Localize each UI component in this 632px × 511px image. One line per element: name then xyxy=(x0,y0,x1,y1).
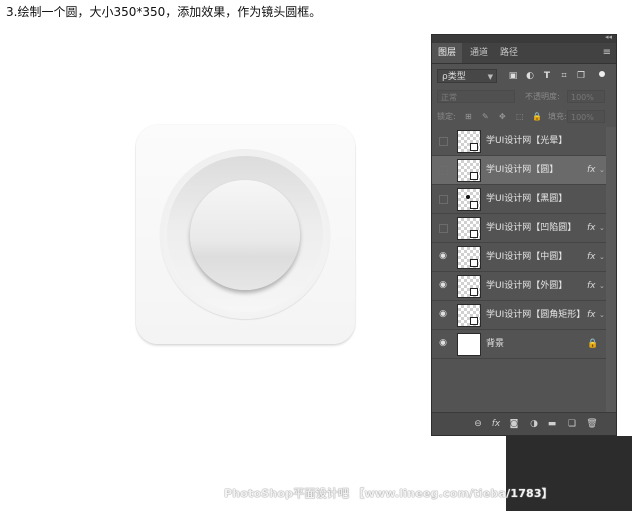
fill-field[interactable]: 100% xyxy=(567,110,605,123)
adjust-filter-icon[interactable]: ◐ xyxy=(524,70,536,82)
panel-menu-icon[interactable]: ≡ xyxy=(603,47,611,58)
lock-artboard-icon[interactable]: ⬚ xyxy=(516,110,524,123)
chevron-down-icon[interactable]: ⌄ xyxy=(599,243,605,271)
text-filter-icon[interactable]: T xyxy=(541,70,553,82)
layer-name: 学UI设计网【外圆】 xyxy=(486,281,568,291)
fx-icon[interactable]: fx xyxy=(587,214,596,242)
layer-name: 学UI设计网【光晕】 xyxy=(486,136,568,146)
fx-icon[interactable]: fx xyxy=(490,418,502,430)
layer-row[interactable]: 学UI设计网【光晕】 xyxy=(432,127,606,156)
opacity-field[interactable]: 100% xyxy=(567,90,605,103)
fill-label: 填充: xyxy=(548,112,567,121)
eye-icon[interactable]: ◉ xyxy=(438,251,448,261)
visibility-toggle[interactable] xyxy=(439,137,448,146)
smart-object-filter-icon[interactable]: ❐ xyxy=(575,70,587,82)
layer-row[interactable]: 学UI设计网【凹陷圆】 fx ⌄ xyxy=(432,214,606,243)
chevron-down-icon[interactable]: ⌄ xyxy=(599,156,605,184)
eye-icon[interactable]: ◉ xyxy=(438,338,448,348)
panel-bottom-toolbar: ⊖ fx ◙ ◑ ▬ ❏ 🗑 xyxy=(432,412,616,435)
lock-row: 锁定: ⊞ ✎ ✥ ⬚ 🔒 填充: 100% xyxy=(437,110,612,123)
watermark-text: PhotoShop平面设计吧 【www.lineeg.com/tieba/178… xyxy=(224,487,553,500)
panel-topbar[interactable]: ◂◂ xyxy=(432,33,616,43)
visibility-toggle[interactable] xyxy=(439,195,448,204)
layers-panel: ◂◂ 图层 通道 路径 ≡ ρ类型 ▼ ▣ ◐ T ⌗ ❐ 正常 不透明度: 1… xyxy=(431,33,617,436)
collapse-icon[interactable]: ◂◂ xyxy=(605,33,612,41)
layer-row-background[interactable]: ◉ 背景 🔒 xyxy=(432,330,606,359)
lock-icon: 🔒 xyxy=(587,339,599,349)
lens-circle-shape xyxy=(190,180,300,290)
tab-layers[interactable]: 图层 xyxy=(432,43,463,63)
layer-name: 学UI设计网【中圆】 xyxy=(486,252,568,262)
smart-object-badge-icon xyxy=(470,201,478,209)
eye-icon[interactable]: ◉ xyxy=(438,309,448,319)
instruction-text: 3.绘制一个圆，大小350*350，添加效果，作为镜头圆框。 xyxy=(6,5,322,19)
smart-object-badge-icon xyxy=(470,230,478,238)
lock-position-icon[interactable]: ✥ xyxy=(499,110,506,123)
black-dot-icon xyxy=(466,195,470,199)
smart-object-badge-icon xyxy=(470,172,478,180)
layer-row[interactable]: ◉ 学UI设计网【外圆】 fx ⌄ xyxy=(432,272,606,301)
shape-filter-icon[interactable]: ⌗ xyxy=(558,70,570,82)
fx-icon[interactable]: fx xyxy=(587,272,596,300)
chevron-down-icon[interactable]: ⌄ xyxy=(599,214,605,242)
layer-name: 学UI设计网【黑圆】 xyxy=(486,194,568,204)
new-layer-icon[interactable]: ❏ xyxy=(566,418,578,430)
trash-icon[interactable]: 🗑 xyxy=(586,418,598,430)
filter-kind-select[interactable]: ρ类型 ▼ xyxy=(437,69,497,83)
layer-row[interactable]: ◉ 学UI设计网【圆角矩形】 fx ⌄ xyxy=(432,301,606,330)
layer-row[interactable]: 学UI设计网【黑圆】 xyxy=(432,185,606,214)
layers-scrollbar[interactable] xyxy=(606,127,616,415)
layer-row-selected[interactable]: 学UI设计网【圆】 fx ⌄ xyxy=(432,156,606,185)
layers-list: 学UI设计网【光晕】 学UI设计网【圆】 fx ⌄ 学UI设计网【黑圆】 学UI… xyxy=(432,127,606,359)
layer-name: 背景 xyxy=(486,339,505,349)
visibility-toggle[interactable] xyxy=(439,166,448,175)
smart-object-badge-icon xyxy=(470,288,478,296)
layer-thumbnail xyxy=(457,333,481,356)
tab-paths[interactable]: 路径 xyxy=(494,43,524,63)
opacity-label: 不透明度: xyxy=(525,92,560,101)
smart-object-badge-icon xyxy=(470,317,478,325)
chevron-down-icon[interactable]: ⌄ xyxy=(599,272,605,300)
blend-mode-select[interactable]: 正常 xyxy=(437,90,515,103)
filter-kind-label: ρ类型 xyxy=(442,72,466,82)
folder-icon[interactable]: ▬ xyxy=(546,418,558,430)
layer-name: 学UI设计网【凹陷圆】 xyxy=(486,223,577,233)
chevron-down-icon[interactable]: ⌄ xyxy=(599,301,605,329)
mask-icon[interactable]: ◙ xyxy=(508,418,520,430)
lock-label: 锁定: xyxy=(437,112,456,121)
eye-icon[interactable]: ◉ xyxy=(438,280,448,290)
lock-all-icon[interactable]: 🔒 xyxy=(532,110,542,123)
lock-transparent-icon[interactable]: ⊞ xyxy=(465,110,472,123)
panel-tabs: 图层 通道 路径 ≡ xyxy=(432,43,616,64)
fx-icon[interactable]: fx xyxy=(587,156,596,184)
image-filter-icon[interactable]: ▣ xyxy=(507,70,519,82)
visibility-toggle[interactable] xyxy=(439,224,448,233)
filter-toggle-icon[interactable] xyxy=(599,71,605,77)
smart-object-badge-icon xyxy=(470,259,478,267)
layer-name: 学UI设计网【圆角矩形】 xyxy=(486,310,586,320)
fx-icon[interactable]: fx xyxy=(587,243,596,271)
tab-channels[interactable]: 通道 xyxy=(464,43,494,63)
fx-icon[interactable]: fx xyxy=(587,301,596,329)
layer-row[interactable]: ◉ 学UI设计网【中圆】 fx ⌄ xyxy=(432,243,606,272)
lock-pixels-icon[interactable]: ✎ xyxy=(482,110,489,123)
chevron-down-icon: ▼ xyxy=(487,73,493,81)
smart-object-badge-icon xyxy=(470,143,478,151)
link-icon[interactable]: ⊖ xyxy=(472,418,484,430)
adjustment-icon[interactable]: ◑ xyxy=(528,418,540,430)
layer-name: 学UI设计网【圆】 xyxy=(486,165,559,175)
